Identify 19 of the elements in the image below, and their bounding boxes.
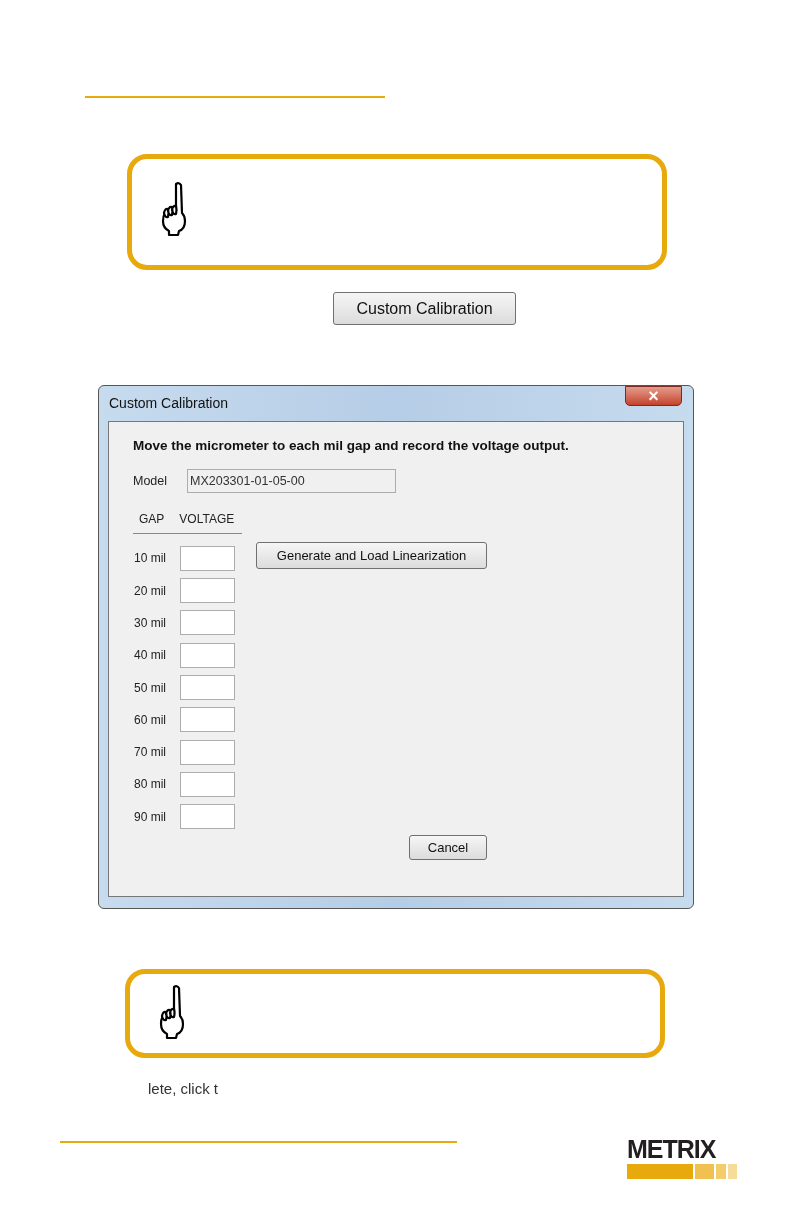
gap-label: 70 mil	[133, 744, 167, 762]
window-title: Custom Calibration	[109, 394, 229, 413]
gap-label: 20 mil	[133, 582, 167, 600]
instruction-text: Move the micrometer to each mil gap and record the voltage output.	[133, 437, 570, 455]
cancel-button[interactable]: Cancel	[409, 835, 487, 861]
logo: METRIX	[627, 1136, 737, 1179]
gap-label: 80 mil	[133, 776, 167, 794]
model-field[interactable]: MX203301-01-05-00	[187, 469, 396, 494]
gap-label: 30 mil	[133, 615, 167, 632]
gap-label: 10 mil	[133, 550, 167, 568]
custom-calibration-button[interactable]: Custom Calibration	[333, 292, 516, 325]
column-header: VOLTAGE	[179, 511, 235, 529]
gap-label: 90 mil	[133, 808, 167, 826]
column-header: GAP	[139, 511, 165, 529]
gap-label: 40 mil	[133, 647, 167, 665]
generate-button[interactable]: Generate and Load Linearization	[256, 542, 487, 570]
gap-label: 50 mil	[133, 679, 167, 697]
gap-label: 60 mil	[133, 711, 167, 729]
body-text: lete, click t	[148, 1079, 220, 1099]
